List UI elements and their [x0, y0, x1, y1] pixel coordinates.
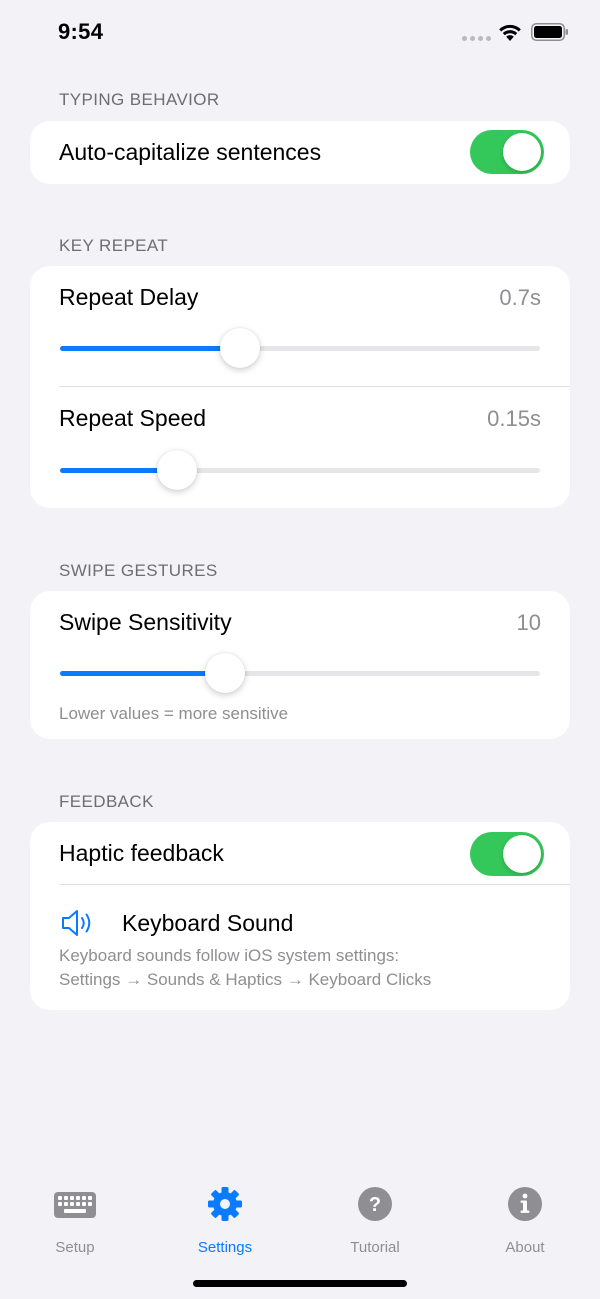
swipe-sensitivity-value: 10 — [516, 610, 541, 635]
haptic-feedback-toggle[interactable] — [470, 832, 544, 876]
repeat-delay-label: Repeat Delay — [59, 284, 199, 310]
wifi-icon — [499, 24, 521, 41]
question-icon: ? — [358, 1187, 392, 1221]
keyboard-icon — [54, 1192, 96, 1218]
swipe-sensitivity-slider[interactable] — [60, 653, 540, 693]
home-indicator — [193, 1280, 407, 1287]
typing-card: Auto-capitalize sentences — [30, 121, 570, 184]
repeat-delay-slider[interactable] — [60, 328, 540, 368]
repeat-delay-value: 0.7s — [499, 285, 541, 310]
toggle-knob — [503, 133, 541, 171]
repeat-speed-slider[interactable] — [60, 450, 540, 490]
status-time: 9:54 — [58, 19, 104, 44]
repeat-speed-label: Repeat Speed — [59, 405, 207, 431]
gear-icon — [208, 1187, 242, 1221]
battery-icon — [531, 23, 568, 41]
svg-text:?: ? — [369, 1194, 381, 1216]
repeat-speed-value: 0.15s — [487, 406, 541, 431]
slider-fill — [60, 671, 226, 676]
keyboard-sound-note-line1: Keyboard sounds follow iOS system settin… — [59, 946, 400, 965]
section-header-swipe: SWIPE GESTURES — [59, 561, 218, 580]
tab-setup[interactable]: Setup — [15, 1186, 135, 1256]
row-divider — [59, 884, 570, 885]
auto-capitalize-label: Auto-capitalize sentences — [59, 139, 322, 165]
tab-label: Setup — [55, 1239, 95, 1256]
status-bar: 9:54 — [0, 0, 600, 66]
speaker-icon — [62, 910, 91, 936]
tab-label: Settings — [197, 1239, 253, 1256]
auto-capitalize-toggle[interactable] — [470, 130, 544, 174]
tab-about[interactable]: About — [465, 1186, 585, 1256]
key-repeat-card: Repeat Delay 0.7s Repeat Speed 0.15s — [30, 266, 570, 508]
feedback-card: Haptic feedback Keyboard Sound Keyboard … — [30, 822, 570, 1010]
haptic-feedback-label: Haptic feedback — [59, 840, 224, 866]
section-header-key-repeat: KEY REPEAT — [59, 236, 169, 255]
tab-settings[interactable]: Settings — [165, 1186, 285, 1256]
slider-thumb[interactable] — [220, 328, 260, 368]
swipe-sensitivity-label: Swipe Sensitivity — [59, 609, 232, 635]
info-icon — [508, 1187, 542, 1221]
keyboard-sound-note-line2: Settings → Sounds & Haptics → Keyboard C… — [59, 970, 432, 989]
section-header-feedback: FEEDBACK — [59, 792, 154, 811]
swipe-sensitivity-note: Lower values = more sensitive — [59, 704, 289, 723]
slider-thumb[interactable] — [157, 450, 198, 490]
slider-thumb[interactable] — [205, 653, 246, 693]
keyboard-sound-label: Keyboard Sound — [122, 910, 294, 936]
tab-label: Tutorial — [350, 1239, 400, 1256]
cellular-signal-icon — [462, 36, 491, 41]
section-header-typing: TYPING BEHAVIOR — [59, 90, 220, 109]
tab-tutorial[interactable]: ? Tutorial — [315, 1186, 435, 1256]
tab-label: About — [505, 1239, 545, 1256]
toggle-knob — [503, 835, 541, 873]
swipe-card: Swipe Sensitivity 10 Lower values = more… — [30, 591, 570, 739]
slider-fill — [60, 346, 240, 351]
row-divider — [59, 386, 570, 387]
